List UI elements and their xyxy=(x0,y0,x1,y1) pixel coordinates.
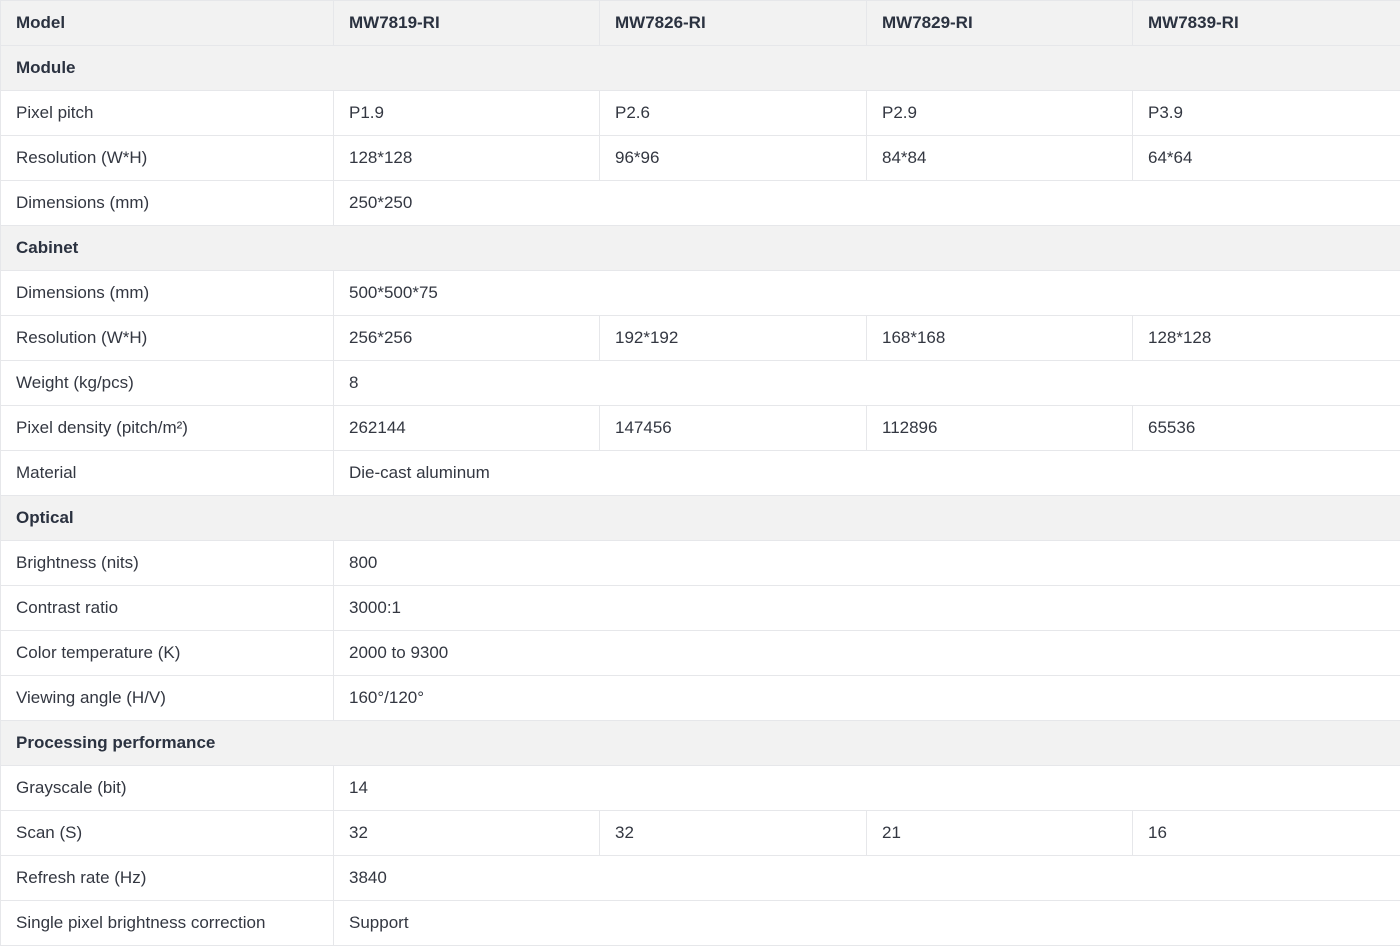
cell-value: 256*256 xyxy=(333,315,600,361)
section-title: Processing performance xyxy=(0,720,1400,766)
row-label: Resolution (W*H) xyxy=(0,135,334,181)
section-row-processing: Processing performance xyxy=(0,720,1400,766)
table-row: Single pixel brightness correction Suppo… xyxy=(0,900,1400,946)
section-title: Cabinet xyxy=(0,225,1400,271)
cell-value: 32 xyxy=(333,810,600,856)
table-row: Brightness (nits) 800 xyxy=(0,540,1400,586)
cell-value: 96*96 xyxy=(599,135,867,181)
cell-value: 800 xyxy=(333,540,1400,586)
cell-value: 168*168 xyxy=(866,315,1133,361)
cell-value: 21 xyxy=(866,810,1133,856)
cell-value: 3840 xyxy=(333,855,1400,901)
cell-value: 84*84 xyxy=(866,135,1133,181)
cell-value: 16 xyxy=(1132,810,1400,856)
header-model-2: MW7826-RI xyxy=(599,0,867,46)
cell-value: Die-cast aluminum xyxy=(333,450,1400,496)
section-row-optical: Optical xyxy=(0,495,1400,541)
row-label: Color temperature (K) xyxy=(0,630,334,676)
table-row: Pixel pitch P1.9 P2.6 P2.9 P3.9 xyxy=(0,90,1400,136)
section-row-cabinet: Cabinet xyxy=(0,225,1400,271)
header-model-label: Model xyxy=(0,0,334,46)
row-label: Weight (kg/pcs) xyxy=(0,360,334,406)
table-row: Resolution (W*H) 128*128 96*96 84*84 64*… xyxy=(0,135,1400,181)
row-label: Contrast ratio xyxy=(0,585,334,631)
table-row: Refresh rate (Hz) 3840 xyxy=(0,855,1400,901)
section-row-module: Module xyxy=(0,45,1400,91)
row-label: Material xyxy=(0,450,334,496)
row-label: Pixel pitch xyxy=(0,90,334,136)
row-label: Viewing angle (H/V) xyxy=(0,675,334,721)
row-label: Refresh rate (Hz) xyxy=(0,855,334,901)
cell-value: 262144 xyxy=(333,405,600,451)
cell-value: P2.6 xyxy=(599,90,867,136)
header-model-4: MW7839-RI xyxy=(1132,0,1400,46)
cell-value: 3000:1 xyxy=(333,585,1400,631)
table-row: Pixel density (pitch/m²) 262144 147456 1… xyxy=(0,405,1400,451)
table-row: Viewing angle (H/V) 160°/120° xyxy=(0,675,1400,721)
cell-value: 128*128 xyxy=(333,135,600,181)
row-label: Brightness (nits) xyxy=(0,540,334,586)
cell-value: 14 xyxy=(333,765,1400,811)
table-row: Grayscale (bit) 14 xyxy=(0,765,1400,811)
table-row: Color temperature (K) 2000 to 9300 xyxy=(0,630,1400,676)
cell-value: 192*192 xyxy=(599,315,867,361)
row-label: Single pixel brightness correction xyxy=(0,900,334,946)
cell-value: 250*250 xyxy=(333,180,1400,226)
cell-value: P3.9 xyxy=(1132,90,1400,136)
header-model-1: MW7819-RI xyxy=(333,0,600,46)
cell-value: 128*128 xyxy=(1132,315,1400,361)
table-row: Material Die-cast aluminum xyxy=(0,450,1400,496)
row-label: Scan (S) xyxy=(0,810,334,856)
cell-value: 65536 xyxy=(1132,405,1400,451)
header-model-3: MW7829-RI xyxy=(866,0,1133,46)
cell-value: 147456 xyxy=(599,405,867,451)
row-label: Grayscale (bit) xyxy=(0,765,334,811)
table-row: Weight (kg/pcs) 8 xyxy=(0,360,1400,406)
row-label: Dimensions (mm) xyxy=(0,270,334,316)
cell-value: P1.9 xyxy=(333,90,600,136)
cell-value: 2000 to 9300 xyxy=(333,630,1400,676)
cell-value: 160°/120° xyxy=(333,675,1400,721)
section-title: Module xyxy=(0,45,1400,91)
section-title: Optical xyxy=(0,495,1400,541)
cell-value: Support xyxy=(333,900,1400,946)
row-label: Pixel density (pitch/m²) xyxy=(0,405,334,451)
table-row: Contrast ratio 3000:1 xyxy=(0,585,1400,631)
cell-value: 32 xyxy=(599,810,867,856)
row-label: Dimensions (mm) xyxy=(0,180,334,226)
cell-value: 64*64 xyxy=(1132,135,1400,181)
spec-table: Model MW7819-RI MW7826-RI MW7829-RI MW78… xyxy=(0,0,1400,946)
cell-value: 112896 xyxy=(866,405,1133,451)
table-header-row: Model MW7819-RI MW7826-RI MW7829-RI MW78… xyxy=(0,0,1400,46)
cell-value: 500*500*75 xyxy=(333,270,1400,316)
cell-value: P2.9 xyxy=(866,90,1133,136)
table-row: Scan (S) 32 32 21 16 xyxy=(0,810,1400,856)
cell-value: 8 xyxy=(333,360,1400,406)
table-row: Dimensions (mm) 250*250 xyxy=(0,180,1400,226)
table-row: Resolution (W*H) 256*256 192*192 168*168… xyxy=(0,315,1400,361)
table-row: Dimensions (mm) 500*500*75 xyxy=(0,270,1400,316)
row-label: Resolution (W*H) xyxy=(0,315,334,361)
